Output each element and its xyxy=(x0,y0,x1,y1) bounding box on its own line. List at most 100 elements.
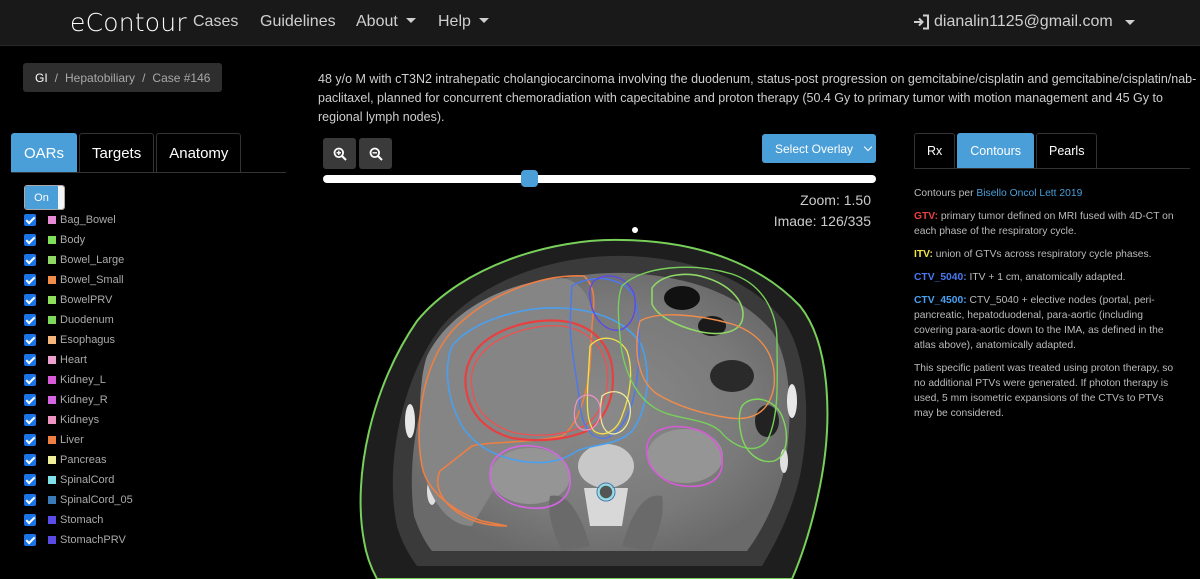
oar-item: BowelPRV xyxy=(24,290,133,310)
oar-item: Kidney_R xyxy=(24,390,133,410)
oar-color-swatch xyxy=(48,516,56,524)
chevron-down-icon xyxy=(405,18,416,23)
oar-checkbox[interactable] xyxy=(24,294,36,306)
oar-checkbox[interactable] xyxy=(24,394,36,406)
oar-color-swatch xyxy=(48,236,56,244)
contours-intro: Contours per xyxy=(914,188,974,199)
oar-item: SpinalCord_05 xyxy=(24,490,133,510)
chevron-down-icon xyxy=(863,142,873,152)
brand-logo[interactable]: eContour xyxy=(70,8,187,37)
oar-label: BowelPRV xyxy=(60,294,113,306)
oar-label: Kidney_R xyxy=(60,394,108,406)
bowel-gas xyxy=(710,360,754,392)
tab-anatomy[interactable]: Anatomy xyxy=(156,133,242,172)
oar-checkbox[interactable] xyxy=(24,514,36,526)
oar-checkbox[interactable] xyxy=(24,214,36,226)
oar-color-swatch xyxy=(48,336,56,344)
oar-checkbox[interactable] xyxy=(24,454,36,466)
contours-panel: Contours per Bisello Oncol Lett 2019 GTV… xyxy=(914,186,1174,429)
tab-pearls[interactable]: Pearls xyxy=(1036,133,1098,168)
oar-item: Bowel_Large xyxy=(24,250,133,270)
oar-item: StomachPRV xyxy=(24,530,133,550)
zoom-out-button[interactable] xyxy=(359,138,392,169)
marker-dot xyxy=(632,227,638,233)
breadcrumb-site[interactable]: GI xyxy=(35,71,48,85)
oar-item: Bag_Bowel xyxy=(24,210,133,230)
sign-in-icon xyxy=(914,14,929,30)
oar-item: SpinalCord xyxy=(24,470,133,490)
navbar: eContour Cases Guidelines About Help dia… xyxy=(0,0,1200,46)
oar-toggle[interactable]: On xyxy=(24,185,65,210)
nav-about[interactable]: About xyxy=(356,13,416,31)
oar-item: Stomach xyxy=(24,510,133,530)
chevron-down-icon xyxy=(478,18,489,23)
tab-rx[interactable]: Rx xyxy=(914,133,956,168)
ct-image-viewer[interactable] xyxy=(322,226,876,579)
reference-link[interactable]: Bisello Oncol Lett 2019 xyxy=(976,188,1082,199)
oar-label: Body xyxy=(60,234,86,246)
vertebral-body xyxy=(578,444,634,488)
oar-checkbox[interactable] xyxy=(24,534,36,546)
oar-checkbox[interactable] xyxy=(24,334,36,346)
oar-label: SpinalCord xyxy=(60,474,115,486)
structure-tabs: OARs Targets Anatomy xyxy=(11,133,242,172)
oar-color-swatch xyxy=(48,396,56,404)
rib-left xyxy=(787,384,797,418)
oar-color-swatch xyxy=(48,456,56,464)
tab-divider xyxy=(11,172,286,173)
oar-item: Kidney_L xyxy=(24,370,133,390)
oar-label: SpinalCord_05 xyxy=(60,494,133,506)
breadcrumb-separator: / xyxy=(142,70,146,85)
user-menu[interactable]: dianalin1125@gmail.com xyxy=(913,13,1135,31)
ct-slice-image xyxy=(359,227,829,579)
select-overlay-dropdown[interactable]: Select Overlay xyxy=(762,134,876,163)
tab-oars[interactable]: OARs xyxy=(11,133,78,172)
oar-label: Bag_Bowel xyxy=(60,214,116,226)
slice-slider-track[interactable] xyxy=(323,175,876,183)
zoom-readout: Zoom: 1.50 xyxy=(800,192,871,208)
ptv-note: This specific patient was treated using … xyxy=(914,363,1174,419)
oar-checkbox[interactable] xyxy=(24,494,36,506)
tab-contours[interactable]: Contours xyxy=(957,133,1035,168)
slice-slider-handle[interactable] xyxy=(520,170,538,187)
nav-help[interactable]: Help xyxy=(438,13,489,31)
oar-label: Duodenum xyxy=(60,314,114,326)
oar-color-swatch xyxy=(48,536,56,544)
breadcrumb: GI / Hepatobiliary / Case #146 xyxy=(23,63,223,92)
ctv-4500-paragraph: CTV_4500: CTV_5040 + elective nodes (por… xyxy=(914,293,1174,353)
case-description: 48 y/o M with cT3N2 intrahepatic cholang… xyxy=(318,72,1197,124)
oar-checkbox[interactable] xyxy=(24,254,36,266)
gtv-text: primary tumor defined on MRI fused with … xyxy=(914,211,1174,237)
oar-checkbox[interactable] xyxy=(24,414,36,426)
oar-color-swatch xyxy=(48,376,56,384)
toggle-knob xyxy=(58,186,64,209)
oar-label: Pancreas xyxy=(60,454,107,466)
oar-checkbox[interactable] xyxy=(24,274,36,286)
zoom-in-icon xyxy=(333,147,347,161)
toggle-on-label: On xyxy=(25,186,58,209)
oar-label: Bowel_Large xyxy=(60,254,125,266)
oar-item: Bowel_Small xyxy=(24,270,133,290)
oar-checkbox[interactable] xyxy=(24,474,36,486)
oar-color-swatch xyxy=(48,476,56,484)
zoom-in-button[interactable] xyxy=(323,138,356,169)
oar-color-swatch xyxy=(48,356,56,364)
oar-label: Stomach xyxy=(60,514,104,526)
oar-checkbox[interactable] xyxy=(24,354,36,366)
oar-item: Pancreas xyxy=(24,450,133,470)
oar-label: Kidney_L xyxy=(60,374,106,386)
oar-checkbox[interactable] xyxy=(24,434,36,446)
user-email: dianalin1125@gmail.com xyxy=(934,13,1113,30)
nav-guidelines[interactable]: Guidelines xyxy=(260,13,336,31)
breadcrumb-subsite[interactable]: Hepatobiliary xyxy=(65,71,135,85)
nav-cases[interactable]: Cases xyxy=(193,13,238,31)
oar-checkbox[interactable] xyxy=(24,314,36,326)
oar-item: Kidneys xyxy=(24,410,133,430)
oar-color-swatch xyxy=(48,276,56,284)
oar-checkbox[interactable] xyxy=(24,374,36,386)
oar-label: Bowel_Small xyxy=(60,274,124,286)
oar-checkbox[interactable] xyxy=(24,234,36,246)
nav-help-label: Help xyxy=(438,13,471,30)
tab-targets[interactable]: Targets xyxy=(79,133,155,172)
oar-label: Heart xyxy=(60,354,87,366)
